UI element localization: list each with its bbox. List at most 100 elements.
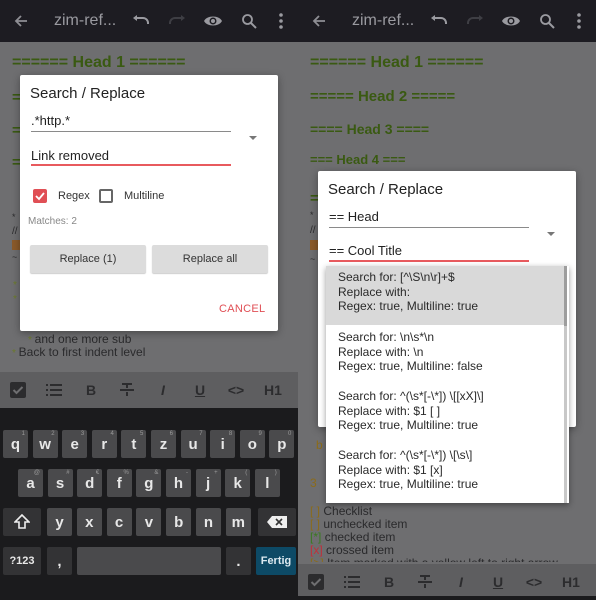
undo-icon[interactable] bbox=[130, 0, 152, 42]
heading-format-icon[interactable]: H1 bbox=[557, 564, 585, 600]
format-toolbar: B I U <> H1 bbox=[0, 372, 298, 408]
key-g[interactable]: g & bbox=[136, 469, 162, 497]
replace-input[interactable]: Link removed bbox=[31, 148, 109, 163]
italic-format-icon[interactable]: I bbox=[447, 564, 475, 600]
app-bar: zim-ref... bbox=[298, 0, 596, 42]
popup-scrollbar-thumb[interactable] bbox=[564, 266, 567, 326]
symbols-key[interactable]: ?123 bbox=[3, 547, 41, 575]
key-t[interactable]: t5 bbox=[121, 430, 147, 458]
text-fragment: // bbox=[12, 226, 18, 237]
key-w[interactable]: w2 bbox=[32, 430, 58, 458]
history-dropdown-icon[interactable] bbox=[547, 232, 555, 236]
bullet-icon: * bbox=[12, 348, 19, 359]
redo-icon[interactable] bbox=[464, 0, 486, 42]
key-alt-label: @ bbox=[33, 470, 40, 476]
key-a[interactable]: a @ bbox=[18, 469, 43, 497]
key-r[interactable]: r4 bbox=[91, 430, 117, 458]
key-x[interactable]: x bbox=[76, 508, 102, 536]
more-vert-icon[interactable] bbox=[274, 0, 288, 42]
key-j[interactable]: j + bbox=[195, 469, 221, 497]
list-format-icon[interactable] bbox=[40, 372, 68, 408]
key-l[interactable]: l) bbox=[254, 469, 280, 497]
key-o[interactable]: o9 bbox=[239, 430, 265, 458]
key-s[interactable]: s # bbox=[47, 469, 73, 497]
key-n[interactable]: n bbox=[196, 508, 221, 536]
key-e[interactable]: e3 bbox=[62, 430, 88, 458]
key-v[interactable]: v bbox=[136, 508, 162, 536]
key-d[interactable]: d € bbox=[77, 469, 103, 497]
checklist-item: [x] crossed item bbox=[310, 543, 395, 557]
checkbox-marker: [x] bbox=[310, 543, 323, 557]
underline-format-icon[interactable]: U bbox=[186, 372, 214, 408]
key-alt-label: 3 bbox=[80, 431, 85, 437]
bold-format-icon[interactable]: B bbox=[375, 564, 403, 600]
search-input[interactable]: == Head bbox=[329, 209, 379, 224]
search-icon[interactable] bbox=[536, 0, 558, 42]
code-format-icon[interactable]: <> bbox=[520, 564, 548, 600]
history-item[interactable]: Search for: ^(\s*[-\*]) \[[xX]\] Replace… bbox=[326, 385, 564, 444]
key-label: h bbox=[173, 474, 184, 492]
key-i[interactable]: i8 bbox=[210, 430, 236, 458]
more-vert-icon[interactable] bbox=[572, 0, 586, 42]
key-alt-label: 5 bbox=[140, 431, 144, 437]
list-marker: b bbox=[316, 438, 323, 452]
cancel-button[interactable]: CANCEL bbox=[219, 303, 265, 315]
backspace-key[interactable] bbox=[258, 508, 296, 536]
checkbox-format-icon[interactable] bbox=[302, 564, 330, 600]
key-alt-label: 9 bbox=[258, 431, 262, 437]
key-m[interactable]: m bbox=[225, 508, 251, 536]
preview-eye-icon[interactable] bbox=[500, 0, 522, 42]
key-y[interactable]: y bbox=[47, 508, 72, 536]
bold-format-icon[interactable]: B bbox=[77, 372, 105, 408]
heading-1: ====== Head 1 ====== bbox=[310, 54, 484, 71]
key-label: p bbox=[277, 435, 287, 453]
italic-format-icon[interactable]: I bbox=[149, 372, 177, 408]
heading-3: ==== Head 3 ==== bbox=[310, 121, 430, 137]
multiline-checkbox[interactable] bbox=[99, 189, 113, 203]
list-format-icon[interactable] bbox=[338, 564, 366, 600]
key-z[interactable]: z6 bbox=[151, 430, 176, 458]
underline-format-icon[interactable]: U bbox=[484, 564, 512, 600]
replace-one-button[interactable]: Replace (1) bbox=[30, 245, 146, 273]
key-p[interactable]: p0 bbox=[269, 430, 295, 458]
undo-icon[interactable] bbox=[428, 0, 450, 42]
redo-icon[interactable] bbox=[166, 0, 188, 42]
history-item[interactable]: Search for: [^\S\n\r]+$ Replace with: Re… bbox=[326, 266, 564, 325]
backspace-icon bbox=[267, 516, 287, 528]
preview-eye-icon[interactable] bbox=[202, 0, 224, 42]
period-key[interactable]: . bbox=[226, 547, 251, 575]
replace-input[interactable]: == Cool Title bbox=[329, 243, 402, 258]
search-icon[interactable] bbox=[238, 0, 260, 42]
space-key[interactable] bbox=[77, 547, 221, 575]
checkbox-format-icon[interactable] bbox=[4, 372, 32, 408]
key-f[interactable]: f% bbox=[106, 469, 132, 497]
heading-4: === Head 4 === bbox=[310, 152, 406, 167]
key-alt-label: 8 bbox=[228, 431, 233, 437]
key-q[interactable]: q1 bbox=[3, 430, 28, 458]
text-fragment: ~ bbox=[310, 254, 316, 264]
comma-key[interactable]: , bbox=[47, 547, 72, 575]
regex-checkbox[interactable] bbox=[33, 189, 47, 203]
search-input[interactable]: .*http.* bbox=[31, 113, 70, 128]
app-title: zim-ref... bbox=[54, 12, 117, 29]
key-k[interactable]: k( bbox=[225, 469, 251, 497]
shift-key[interactable] bbox=[3, 508, 41, 536]
heading-format-icon[interactable]: H1 bbox=[259, 372, 287, 408]
code-format-icon[interactable]: <> bbox=[222, 372, 250, 408]
strikethrough-format-icon[interactable] bbox=[113, 372, 141, 408]
back-arrow-icon[interactable] bbox=[308, 0, 330, 42]
key-h[interactable]: h- bbox=[166, 469, 191, 497]
key-u[interactable]: u7 bbox=[180, 430, 206, 458]
key-b[interactable]: b bbox=[166, 508, 192, 536]
replace-all-button[interactable]: Replace all bbox=[152, 245, 268, 273]
key-label: j bbox=[206, 474, 211, 492]
done-key[interactable]: Fertig bbox=[256, 547, 296, 575]
dialog-title: Search / Replace bbox=[30, 85, 146, 102]
strikethrough-format-icon[interactable] bbox=[411, 564, 439, 600]
back-arrow-icon[interactable] bbox=[10, 0, 32, 42]
history-dropdown-icon[interactable] bbox=[249, 136, 257, 140]
key-label: i bbox=[220, 435, 225, 453]
history-item[interactable]: Search for: \n\s*\n Replace with: \n Reg… bbox=[326, 326, 564, 385]
key-c[interactable]: c bbox=[106, 508, 132, 536]
history-item[interactable]: Search for: ^(\s*[-\*]) \[\s\] Replace w… bbox=[326, 444, 564, 503]
